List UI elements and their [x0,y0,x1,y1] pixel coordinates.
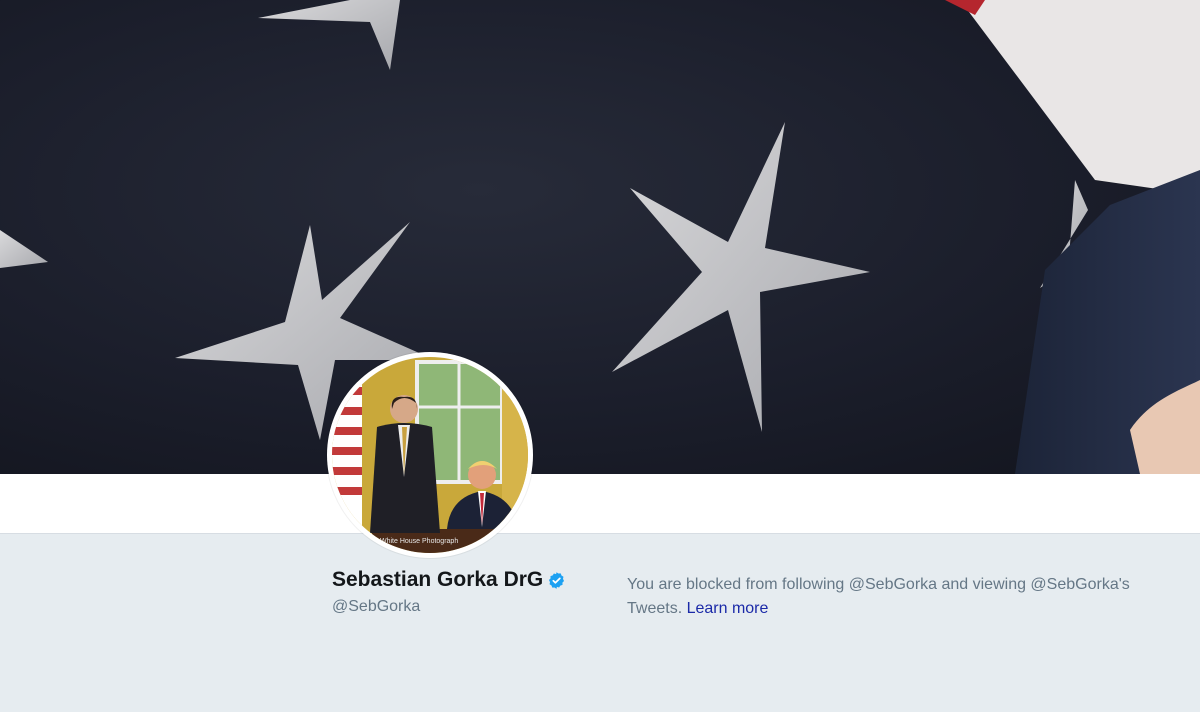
blocked-notice: You are blocked from following @SebGorka… [627,573,1187,621]
profile-name-block: Sebastian Gorka DrG @SebGorka [332,568,566,616]
profile-nav-bar [0,474,1200,534]
profile-banner-image [0,0,1200,474]
display-name[interactable]: Sebastian Gorka DrG [332,568,566,592]
profile-page: White House Photograph Sebastian Gorka D… [0,0,1200,712]
profile-handle[interactable]: @SebGorka [332,598,566,616]
profile-avatar[interactable]: White House Photograph [327,352,533,558]
avatar-caption: White House Photograph [380,538,458,545]
display-name-text: Sebastian Gorka DrG [332,568,544,591]
learn-more-link[interactable]: Learn more [687,600,769,617]
verified-badge-icon [547,571,566,590]
